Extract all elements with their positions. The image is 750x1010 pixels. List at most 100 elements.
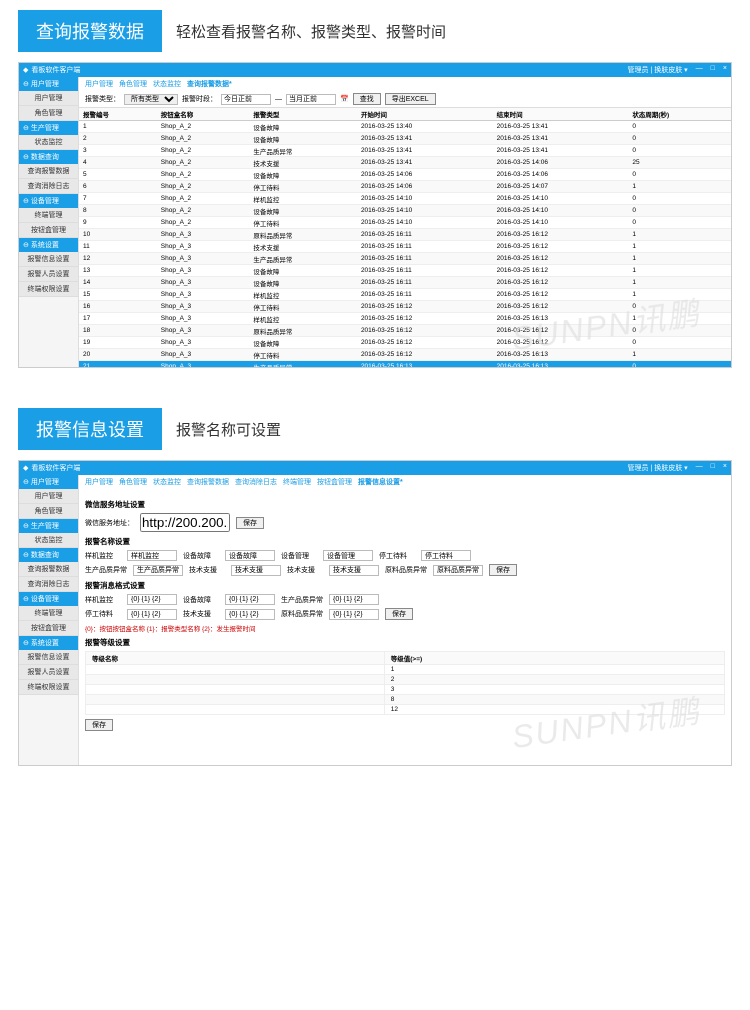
minimize-icon[interactable]: —: [696, 65, 703, 75]
sidebar-item[interactable]: 查询消除日志: [19, 179, 78, 194]
table-row[interactable]: 12Shop_A_3生产品质异常2016-03-25 16:112016-03-…: [79, 253, 731, 265]
sidebar-group[interactable]: 生产管理: [19, 121, 78, 135]
minimize-icon[interactable]: —: [696, 463, 703, 473]
sidebar-item[interactable]: 报警人员设置: [19, 267, 78, 282]
calendar-icon[interactable]: 📅: [340, 95, 349, 103]
field-input[interactable]: [329, 594, 379, 605]
field-input[interactable]: [231, 565, 281, 576]
field-input[interactable]: [127, 594, 177, 605]
field-input[interactable]: [421, 550, 471, 561]
sidebar-group[interactable]: 系统设置: [19, 238, 78, 252]
field-input[interactable]: [225, 609, 275, 620]
tab[interactable]: 终端管理: [283, 477, 311, 487]
table-row[interactable]: 6Shop_A_2停工待料2016-03-25 14:062016-03-25 …: [79, 181, 731, 193]
sidebar-item[interactable]: 终端管理: [19, 208, 78, 223]
table-row[interactable]: 11Shop_A_3技术支援2016-03-25 16:112016-03-25…: [79, 241, 731, 253]
tab[interactable]: 报警信息设置*: [358, 477, 403, 487]
field-input[interactable]: [133, 565, 183, 576]
sidebar-group[interactable]: 系统设置: [19, 636, 78, 650]
table-row[interactable]: 8: [86, 695, 725, 705]
sidebar-item[interactable]: 查询消除日志: [19, 577, 78, 592]
table-row[interactable]: 16Shop_A_3停工待料2016-03-25 16:122016-03-25…: [79, 301, 731, 313]
table-row[interactable]: 4Shop_A_2技术支援2016-03-25 13:412016-03-25 …: [79, 157, 731, 169]
tab[interactable]: 角色管理: [119, 477, 147, 487]
maximize-icon[interactable]: □: [711, 65, 715, 75]
column-header[interactable]: 状态周期(秒): [628, 108, 731, 121]
tab[interactable]: 查询消除日志: [235, 477, 277, 487]
sidebar-item[interactable]: 报警信息设置: [19, 252, 78, 267]
field-input[interactable]: [225, 550, 275, 561]
tab[interactable]: 状态监控: [153, 477, 181, 487]
sidebar-group[interactable]: 用户管理: [19, 475, 78, 489]
save-button[interactable]: 保存: [85, 719, 113, 731]
field-input[interactable]: [127, 609, 177, 620]
date-from-input[interactable]: [221, 94, 271, 105]
tab[interactable]: 用户管理: [85, 79, 113, 89]
sidebar-group[interactable]: 设备管理: [19, 592, 78, 606]
filter-type-select[interactable]: 所有类型: [124, 94, 178, 105]
table-row[interactable]: 8Shop_A_2设备故障2016-03-25 14:102016-03-25 …: [79, 205, 731, 217]
sidebar-group[interactable]: 数据查询: [19, 548, 78, 562]
table-row[interactable]: 3Shop_A_2生产品质异常2016-03-25 13:412016-03-2…: [79, 145, 731, 157]
sidebar-item[interactable]: 角色管理: [19, 504, 78, 519]
sidebar-item[interactable]: 终端权限设置: [19, 282, 78, 297]
sidebar-item[interactable]: 按钮盒管理: [19, 621, 78, 636]
table-row[interactable]: 18Shop_A_3原料品质异常2016-03-25 16:122016-03-…: [79, 325, 731, 337]
column-header[interactable]: 开始时间: [357, 108, 493, 121]
column-header[interactable]: 结束时间: [493, 108, 629, 121]
sidebar-item[interactable]: 状态监控: [19, 533, 78, 548]
sidebar-item[interactable]: 角色管理: [19, 106, 78, 121]
table-row[interactable]: 13Shop_A_3设备故障2016-03-25 16:112016-03-25…: [79, 265, 731, 277]
export-button[interactable]: 导出EXCEL: [385, 93, 436, 105]
table-row[interactable]: 9Shop_A_2停工待料2016-03-25 14:102016-03-25 …: [79, 217, 731, 229]
table-row[interactable]: 7Shop_A_2样机监控2016-03-25 14:102016-03-25 …: [79, 193, 731, 205]
table-row[interactable]: 2: [86, 675, 725, 685]
sidebar-item[interactable]: 查询报警数据: [19, 164, 78, 179]
table-row[interactable]: 19Shop_A_3设备故障2016-03-25 16:122016-03-25…: [79, 337, 731, 349]
field-input[interactable]: [329, 609, 379, 620]
column-header[interactable]: 按钮盒名称: [157, 108, 250, 121]
field-input[interactable]: [127, 550, 177, 561]
sidebar-group[interactable]: 用户管理: [19, 77, 78, 91]
sidebar-item[interactable]: 用户管理: [19, 91, 78, 106]
close-icon[interactable]: ×: [723, 65, 727, 75]
maximize-icon[interactable]: □: [711, 463, 715, 473]
date-to-input[interactable]: [286, 94, 336, 105]
save-button[interactable]: 保存: [385, 608, 413, 620]
save-button[interactable]: 保存: [489, 564, 517, 576]
table-row[interactable]: 14Shop_A_3设备故障2016-03-25 16:112016-03-25…: [79, 277, 731, 289]
table-row[interactable]: 1: [86, 665, 725, 675]
addr-input[interactable]: [140, 513, 230, 532]
sidebar-group[interactable]: 数据查询: [19, 150, 78, 164]
sidebar-item[interactable]: 查询报警数据: [19, 562, 78, 577]
sidebar-group[interactable]: 生产管理: [19, 519, 78, 533]
field-input[interactable]: [323, 550, 373, 561]
column-header[interactable]: 报警类型: [249, 108, 357, 121]
user-info[interactable]: 管理员 | 换肤皮肤 ▾: [628, 463, 688, 473]
table-row[interactable]: 5Shop_A_2设备故障2016-03-25 14:062016-03-25 …: [79, 169, 731, 181]
sidebar-group[interactable]: 设备管理: [19, 194, 78, 208]
tab[interactable]: 角色管理: [119, 79, 147, 89]
table-row[interactable]: 12: [86, 705, 725, 715]
user-info[interactable]: 管理员 | 换肤皮肤 ▾: [628, 65, 688, 75]
sidebar-item[interactable]: 状态监控: [19, 135, 78, 150]
data-table-wrap[interactable]: 报警编号按钮盒名称报警类型开始时间结束时间状态周期(秒) 1Shop_A_2设备…: [79, 107, 731, 367]
table-row[interactable]: 17Shop_A_3样机监控2016-03-25 16:122016-03-25…: [79, 313, 731, 325]
field-input[interactable]: [225, 594, 275, 605]
table-row[interactable]: 10Shop_A_3原料品质异常2016-03-25 16:112016-03-…: [79, 229, 731, 241]
sidebar-item[interactable]: 报警人员设置: [19, 665, 78, 680]
field-input[interactable]: [329, 565, 379, 576]
close-icon[interactable]: ×: [723, 463, 727, 473]
tab[interactable]: 查询报警数据*: [187, 79, 232, 89]
field-input[interactable]: [433, 565, 483, 576]
table-row[interactable]: 21Shop_A_3生产品质异常2016-03-25 16:132016-03-…: [79, 361, 731, 368]
sidebar-item[interactable]: 按钮盒管理: [19, 223, 78, 238]
table-row[interactable]: 1Shop_A_2设备故障2016-03-25 13:402016-03-25 …: [79, 121, 731, 133]
column-header[interactable]: 报警编号: [79, 108, 157, 121]
sidebar-item[interactable]: 用户管理: [19, 489, 78, 504]
search-button[interactable]: 查找: [353, 93, 381, 105]
table-row[interactable]: 15Shop_A_3样机监控2016-03-25 16:112016-03-25…: [79, 289, 731, 301]
tab[interactable]: 状态监控: [153, 79, 181, 89]
sidebar-item[interactable]: 报警信息设置: [19, 650, 78, 665]
sidebar-item[interactable]: 终端管理: [19, 606, 78, 621]
